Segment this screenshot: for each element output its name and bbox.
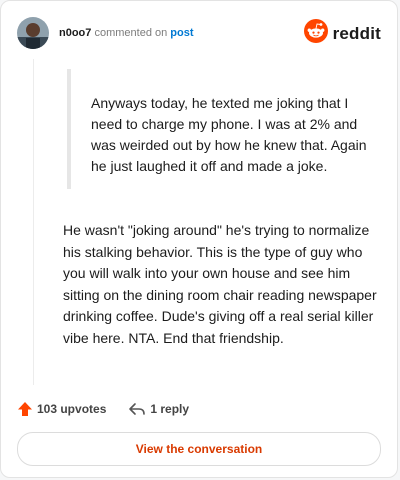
upvote-count: 103 upvotes	[37, 402, 107, 416]
reply-arrow-icon	[129, 403, 146, 415]
thread-line	[33, 59, 34, 385]
reddit-brand[interactable]: reddit	[303, 19, 381, 48]
reddit-logo-icon	[303, 19, 328, 48]
view-conversation-button[interactable]: View the conversation	[17, 432, 381, 466]
reply-button[interactable]: 1 reply	[128, 401, 189, 417]
action-bar: 103 upvotes 1 reply	[17, 399, 189, 419]
avatar[interactable]	[17, 17, 49, 49]
post-link[interactable]: post	[170, 27, 193, 39]
quote-text: Anyways today, he texted me joking that …	[91, 95, 367, 174]
commented-on-text: commented on	[94, 27, 168, 39]
byline: n0oo7 commented on post	[59, 27, 194, 39]
comment-embed-card: n0oo7 commented on post reddit Anyways t…	[0, 0, 398, 478]
comment-body: He wasn't "joking around" he's trying to…	[63, 222, 377, 346]
quote-block: Anyways today, he texted me joking that …	[67, 69, 367, 189]
reply-count: 1 reply	[150, 402, 190, 416]
reddit-wordmark: reddit	[332, 23, 381, 43]
upvote-arrow-icon	[18, 402, 32, 416]
upvote-button[interactable]: 103 upvotes	[17, 401, 106, 417]
username[interactable]: n0oo7	[59, 27, 91, 39]
comment-header: n0oo7 commented on post reddit	[17, 15, 381, 51]
